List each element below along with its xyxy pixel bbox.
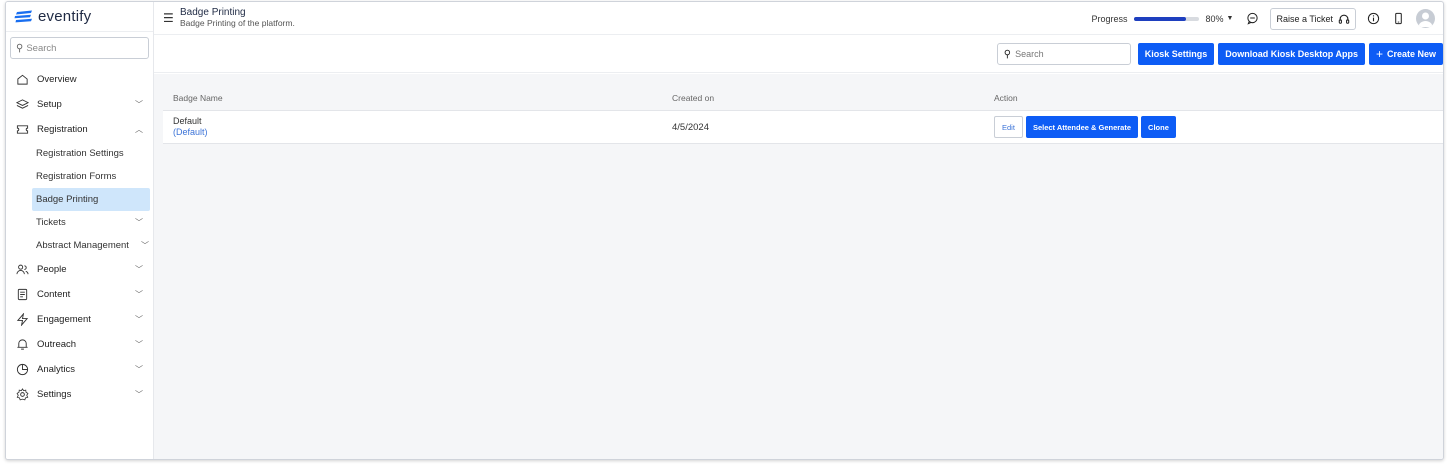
clone-button[interactable]: Clone	[1141, 116, 1176, 138]
badge-name: Default	[173, 116, 202, 127]
info-icon[interactable]	[1366, 11, 1381, 26]
select-attendee-generate-button[interactable]: Select Attendee & Generate	[1025, 116, 1139, 138]
progress-percent: 80%	[1205, 13, 1224, 24]
sidebar-subitem-tickets[interactable]: Tickets ﹀	[6, 211, 153, 234]
bell-icon	[15, 338, 29, 352]
document-icon	[15, 288, 29, 302]
sidebar-subitem-registration-settings[interactable]: Registration Settings	[6, 142, 153, 165]
menu-icon[interactable]: ☰	[163, 11, 174, 25]
badge-search-input[interactable]: ⚲ Search	[996, 43, 1131, 65]
cell-badge-name: Default (Default)	[163, 116, 672, 138]
chevron-down-icon: ﹀	[135, 340, 143, 349]
toolbar: ⚲ Search Kiosk Settings Download Kiosk D…	[154, 35, 1443, 73]
toolbar-actions: ⚲ Search Kiosk Settings Download Kiosk D…	[996, 43, 1443, 65]
avatar[interactable]	[1416, 9, 1435, 28]
sidebar: eventify ⚲ Search Overview Setup ﹀ Regis…	[6, 2, 154, 459]
kiosk-settings-button[interactable]: Kiosk Settings	[1137, 43, 1215, 65]
logo-text: eventify	[38, 8, 92, 25]
sidebar-item-engagement[interactable]: Engagement ﹀	[6, 307, 153, 332]
pie-chart-icon	[15, 363, 29, 377]
headset-icon	[1338, 14, 1350, 24]
mobile-icon[interactable]	[1391, 11, 1406, 26]
progress-bar	[1133, 16, 1199, 21]
sidebar-item-label: People	[37, 264, 67, 275]
gear-icon	[15, 388, 29, 402]
sidebar-subitem-abstract-management[interactable]: Abstract Management ﹀	[6, 234, 153, 257]
search-icon: ⚲	[1003, 48, 1012, 60]
sidebar-item-label: Settings	[37, 389, 72, 400]
badge-table: Badge Name Created on Action Default (De…	[163, 86, 1443, 144]
sidebar-item-outreach[interactable]: Outreach ﹀	[6, 332, 153, 357]
user-icon	[1418, 12, 1433, 27]
sidebar-item-setup[interactable]: Setup ﹀	[6, 92, 153, 117]
column-header-action: Action	[994, 93, 1018, 103]
chevron-down-icon: ﹀	[135, 265, 143, 274]
chevron-down-icon: ﹀	[135, 290, 143, 299]
sidebar-item-label: Setup	[37, 99, 62, 110]
page-subtitle: Badge Printing of the platform.	[180, 17, 295, 28]
main-content: Badge Name Created on Action Default (De…	[154, 74, 1443, 459]
layers-icon	[15, 98, 29, 112]
create-new-button[interactable]: + Create New	[1368, 43, 1443, 65]
sidebar-subitem-label: Registration Forms	[36, 171, 117, 182]
home-icon	[15, 73, 29, 87]
column-header-badge-name: Badge Name	[173, 93, 223, 103]
badge-search-placeholder: Search	[1015, 49, 1044, 59]
sidebar-item-label: Outreach	[37, 339, 77, 350]
sidebar-item-registration[interactable]: Registration ︿	[6, 117, 153, 142]
sidebar-subitem-label: Registration Settings	[36, 148, 124, 159]
plus-icon: +	[1375, 47, 1383, 61]
sidebar-item-overview[interactable]: Overview	[6, 67, 153, 92]
chevron-down-icon: ﹀	[141, 241, 149, 250]
sidebar-item-label: Content	[37, 289, 71, 300]
logo[interactable]: eventify	[6, 2, 153, 32]
sidebar-search-input[interactable]: ⚲ Search	[10, 37, 149, 59]
sidebar-item-content[interactable]: Content ﹀	[6, 282, 153, 307]
caret-down-icon[interactable]: ▼	[1227, 15, 1234, 22]
chevron-down-icon: ﹀	[135, 218, 143, 227]
progress-label: Progress	[1091, 13, 1128, 24]
people-icon	[15, 263, 29, 277]
sidebar-subitem-label: Tickets	[36, 217, 66, 228]
cell-actions: Edit Select Attendee & Generate Clone	[994, 116, 1443, 138]
sidebar-subitem-badge-printing[interactable]: Badge Printing	[32, 188, 150, 211]
cell-created-on: 4/5/2024	[672, 121, 709, 133]
chevron-down-icon: ﹀	[135, 365, 143, 374]
create-new-label: Create New	[1386, 49, 1436, 59]
chevron-down-icon: ﹀	[135, 100, 143, 109]
sidebar-search-placeholder: Search	[26, 42, 57, 54]
sidebar-item-settings[interactable]: Settings ﹀	[6, 382, 153, 407]
sidebar-item-label: Registration	[37, 124, 88, 135]
sidebar-item-label: Engagement	[37, 314, 91, 325]
sidebar-subitem-label: Abstract Management	[36, 240, 129, 251]
table-row: Default (Default) 4/5/2024 Edit Select A…	[163, 111, 1443, 144]
lightning-icon	[15, 313, 29, 327]
table-header: Badge Name Created on Action	[163, 86, 1443, 111]
eventify-logo-icon	[14, 10, 32, 22]
sidebar-subitem-registration-forms[interactable]: Registration Forms	[6, 165, 153, 188]
chevron-up-icon: ︿	[135, 125, 143, 134]
default-tag: (Default)	[173, 127, 208, 137]
page-heading: Badge Printing Badge Printing of the pla…	[180, 8, 295, 27]
chevron-down-icon: ﹀	[135, 315, 143, 324]
header-actions: Progress 80% ▼ Raise a Ticket	[1091, 2, 1435, 35]
raise-ticket-label: Raise a Ticket	[1276, 13, 1333, 24]
progress-bar-fill	[1133, 16, 1186, 21]
chat-icon[interactable]	[1245, 11, 1260, 26]
chevron-down-icon: ﹀	[135, 390, 143, 399]
sidebar-item-label: Analytics	[37, 364, 76, 375]
sidebar-item-people[interactable]: People ﹀	[6, 257, 153, 282]
app-window: eventify ⚲ Search Overview Setup ﹀ Regis…	[5, 1, 1444, 460]
search-icon: ⚲	[16, 42, 24, 54]
download-kiosk-apps-button[interactable]: Download Kiosk Desktop Apps	[1218, 43, 1365, 65]
sidebar-nav: Overview Setup ﹀ Registration ︿ Registra…	[6, 67, 153, 407]
sidebar-subitem-label: Badge Printing	[36, 194, 99, 205]
top-header: ☰ Badge Printing Badge Printing of the p…	[154, 2, 1443, 35]
sidebar-item-label: Overview	[37, 74, 77, 85]
column-header-created-on: Created on	[672, 93, 715, 103]
raise-ticket-button[interactable]: Raise a Ticket	[1270, 7, 1356, 30]
edit-button[interactable]: Edit	[994, 116, 1023, 138]
sidebar-item-analytics[interactable]: Analytics ﹀	[6, 357, 153, 382]
ticket-icon	[15, 123, 29, 137]
